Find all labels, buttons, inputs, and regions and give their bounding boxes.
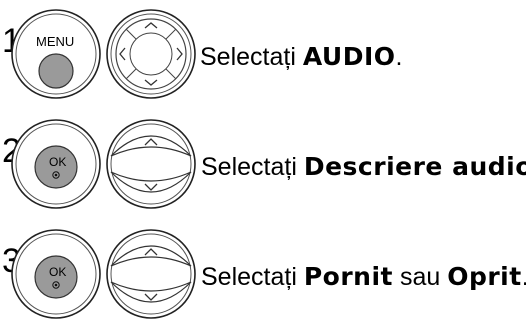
ok-button-label: OK: [49, 265, 67, 279]
step-1-instruction: Selectați AUDIO.: [200, 42, 403, 71]
menu-button-knob: [38, 53, 74, 89]
step-1: 1 MENU Selectați AUDIO.: [0, 0, 526, 110]
menu-button-label: MENU: [36, 34, 75, 49]
step-3-instruction: Selectați Pornit sau Oprit.: [201, 262, 526, 291]
four-way-nav-pad[interactable]: [101, 2, 201, 107]
step-2-instruction: Selectați Descriere audio.: [201, 152, 526, 181]
menu-button-graphic[interactable]: [6, 2, 106, 107]
step-2: 2 OK Selectați Descriere audio.: [0, 110, 526, 220]
step-3: 3 OK Selectați Pornit sau Oprit.: [0, 220, 526, 329]
ok-button-label: OK: [49, 155, 67, 169]
up-down-nav-pad[interactable]: [101, 112, 201, 217]
up-down-nav-pad[interactable]: [101, 222, 201, 327]
